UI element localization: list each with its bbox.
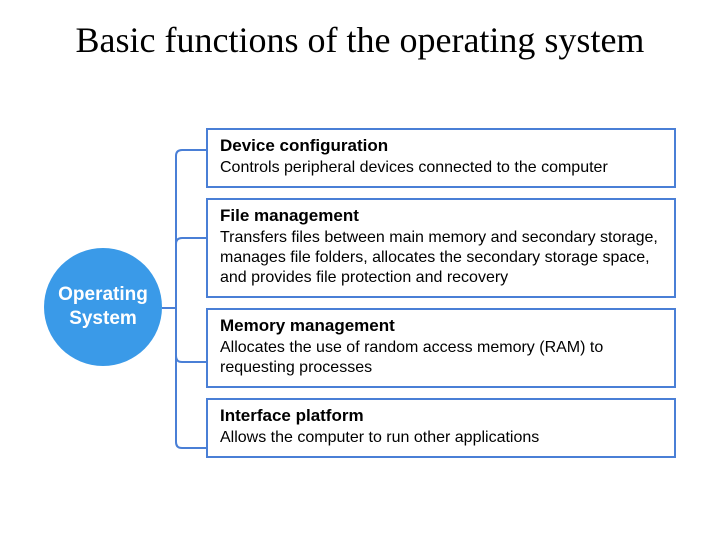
box-title: Interface platform <box>220 406 662 426</box>
box-interface-platform: Interface platform Allows the computer t… <box>206 398 676 458</box>
box-desc: Allocates the use of random access memor… <box>220 338 662 378</box>
box-desc: Controls peripheral devices connected to… <box>220 158 662 178</box>
box-title: Memory management <box>220 316 662 336</box>
box-device-configuration: Device configuration Controls peripheral… <box>206 128 676 188</box>
box-desc: Transfers files between main memory and … <box>220 228 662 288</box>
function-boxes: Device configuration Controls peripheral… <box>206 128 676 468</box>
box-memory-management: Memory management Allocates the use of r… <box>206 308 676 388</box>
center-node-line2: System <box>69 307 137 331</box>
center-node: Operating System <box>44 248 162 366</box>
page-title: Basic functions of the operating system <box>0 0 720 63</box>
box-title: Device configuration <box>220 136 662 156</box>
box-file-management: File management Transfers files between … <box>206 198 676 298</box>
box-desc: Allows the computer to run other applica… <box>220 428 662 448</box>
box-title: File management <box>220 206 662 226</box>
diagram-area: Operating System Device configuration Co… <box>0 128 720 540</box>
center-node-line1: Operating <box>58 283 148 307</box>
